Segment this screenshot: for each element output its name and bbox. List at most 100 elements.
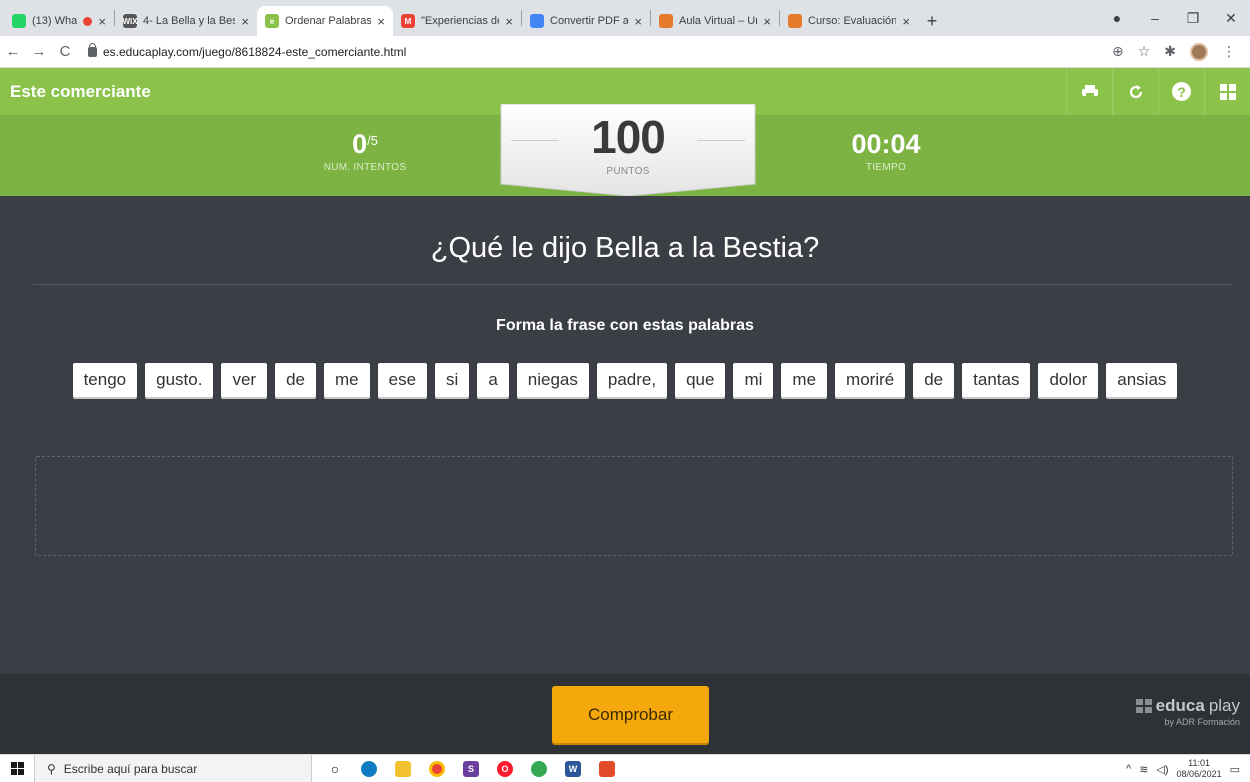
points-value: 100 [591, 111, 666, 163]
opera-icon[interactable]: O [488, 755, 522, 782]
start-button[interactable] [0, 755, 34, 782]
chrome-profile-icon[interactable] [522, 755, 556, 782]
word-tile[interactable]: si [435, 363, 470, 397]
restart-button[interactable] [1112, 68, 1158, 115]
time-stat: 00:04 TIEMPO [826, 129, 946, 173]
forward-button[interactable]: → [26, 43, 52, 60]
sentence-drop-zone[interactable] [35, 456, 1233, 556]
tab-favicon-icon [530, 14, 544, 28]
clock-date: 08/06/2021 [1176, 769, 1222, 779]
word-tile[interactable]: que [675, 363, 726, 397]
word-tile[interactable]: mi [733, 363, 774, 397]
tab-close-icon[interactable]: × [763, 14, 771, 29]
tab-close-icon[interactable]: × [634, 14, 642, 29]
wifi-icon[interactable]: ≋ [1139, 763, 1148, 776]
tab-title: 4- La Bella y la Besti [143, 15, 236, 27]
tab-favicon-icon: e [265, 14, 279, 28]
browser-tab[interactable]: Curso: Evaluación d × [780, 6, 918, 36]
time-label: TIEMPO [865, 162, 907, 173]
word-tile[interactable]: ansias [1106, 363, 1178, 397]
acrobat-icon[interactable] [590, 755, 624, 782]
clock[interactable]: 11:01 08/06/2021 [1177, 758, 1222, 780]
tab-close-icon[interactable]: × [241, 14, 249, 29]
browser-tab[interactable]: Convertir PDF a Wo × [522, 6, 650, 36]
tab-title: "Experiencias de [421, 15, 500, 27]
divider [33, 284, 1233, 285]
zoom-icon[interactable]: ⊕ [1112, 43, 1124, 60]
browser-menu-icon[interactable]: ⋮ [1222, 43, 1236, 60]
question-text: ¿Qué le dijo Bella a la Bestia? [430, 232, 820, 264]
browser-tab[interactable]: Aula Virtual – Unive × [651, 6, 779, 36]
app-icon[interactable]: S [454, 755, 488, 782]
cortana-icon[interactable]: ○ [318, 755, 352, 782]
tab-title: Ordenar Palabras: E [285, 15, 372, 27]
word-tile[interactable]: dolor [1038, 363, 1099, 397]
check-button[interactable]: Comprobar [552, 686, 709, 743]
browser-tab[interactable]: WIX 4- La Bella y la Besti × [115, 6, 257, 36]
attempts-label: NUM. INTENTOS [323, 162, 407, 173]
tab-close-icon[interactable]: × [505, 14, 513, 29]
word-icon[interactable]: W [556, 755, 590, 782]
brand-name-part2: play [1208, 696, 1240, 715]
restart-icon [1129, 84, 1142, 98]
notifications-icon[interactable]: ▭ [1230, 763, 1240, 776]
back-button[interactable]: ← [0, 43, 26, 60]
educaplay-menu-button[interactable] [1204, 68, 1250, 115]
minimize-button[interactable]: – [1136, 10, 1174, 26]
profile-menu-icon[interactable]: ● [1098, 10, 1136, 26]
edge-icon[interactable] [352, 755, 386, 782]
instruction-text: Forma la frase con estas palabras [496, 317, 754, 334]
browser-tab[interactable]: (13) WhatsApp × [4, 6, 114, 36]
volume-icon[interactable]: ◁) [1156, 763, 1168, 776]
help-button[interactable]: ? [1158, 68, 1204, 115]
url-field[interactable]: es.educaplay.com/juego/8618824-este_come… [88, 42, 1112, 59]
attempts-total: /5 [367, 133, 378, 148]
url-text: es.educaplay.com/juego/8618824-este_come… [103, 44, 407, 59]
close-window-button[interactable]: ✕ [1212, 10, 1250, 27]
educaplay-brand[interactable]: educa play by ADR Formación [1135, 696, 1240, 727]
word-tile[interactable]: tantas [962, 363, 1031, 397]
attempts-stat: 0/5 NUM. INTENTOS [305, 129, 425, 173]
reload-button[interactable]: C [52, 43, 78, 60]
restore-button[interactable]: ❐ [1174, 10, 1212, 27]
word-tile[interactable]: niegas [516, 363, 589, 397]
word-tile[interactable]: padre, [596, 363, 668, 397]
address-bar: ← → C es.educaplay.com/juego/8618824-est… [0, 36, 1250, 68]
word-tile[interactable]: gusto. [145, 363, 214, 397]
word-tile[interactable]: ese [377, 363, 428, 397]
word-tile[interactable]: de [275, 363, 316, 397]
word-tile[interactable]: me [781, 363, 828, 397]
tab-title: Convertir PDF a Wo [550, 15, 629, 27]
extensions-icon[interactable]: ✱ [1164, 43, 1176, 60]
new-tab-button[interactable]: + [918, 6, 946, 36]
profile-avatar[interactable] [1190, 42, 1208, 61]
educaplay-logo-icon [1135, 699, 1152, 713]
game-footer: Comprobar educa play by ADR Formación [0, 674, 1250, 754]
recording-dot-icon [83, 16, 93, 26]
tab-close-icon[interactable]: × [902, 14, 910, 29]
points-card: 100 PUNTOS [499, 104, 757, 200]
tray-chevron-icon[interactable]: ^ [1126, 763, 1131, 775]
tab-favicon-icon [12, 14, 26, 28]
browser-tab[interactable]: e Ordenar Palabras: E × [257, 6, 393, 36]
tab-close-icon[interactable]: × [377, 14, 385, 29]
word-tile[interactable]: tengo [72, 363, 138, 397]
tab-title: (13) WhatsApp [32, 15, 78, 27]
print-button[interactable] [1066, 68, 1112, 115]
bookmark-star-icon[interactable]: ☆ [1138, 43, 1151, 60]
tab-close-icon[interactable]: × [98, 14, 106, 29]
word-tile[interactable]: moriré [835, 363, 906, 397]
word-tile[interactable]: ver [221, 363, 268, 397]
word-tile[interactable]: de [913, 363, 955, 397]
file-explorer-icon[interactable] [386, 755, 420, 782]
tab-favicon-icon: WIX [122, 14, 138, 28]
chrome-icon[interactable] [420, 755, 454, 782]
browser-tab[interactable]: M "Experiencias de × [393, 6, 521, 36]
tab-favicon-icon [788, 14, 802, 28]
print-icon [1081, 84, 1098, 99]
clock-time: 11:01 [1188, 758, 1210, 768]
taskbar-search[interactable]: ⚲ Escribe aquí para buscar [34, 754, 312, 782]
word-tile[interactable]: me [323, 363, 370, 397]
window-controls: ● – ❐ ✕ [1098, 0, 1250, 36]
word-tile[interactable]: a [477, 363, 509, 397]
